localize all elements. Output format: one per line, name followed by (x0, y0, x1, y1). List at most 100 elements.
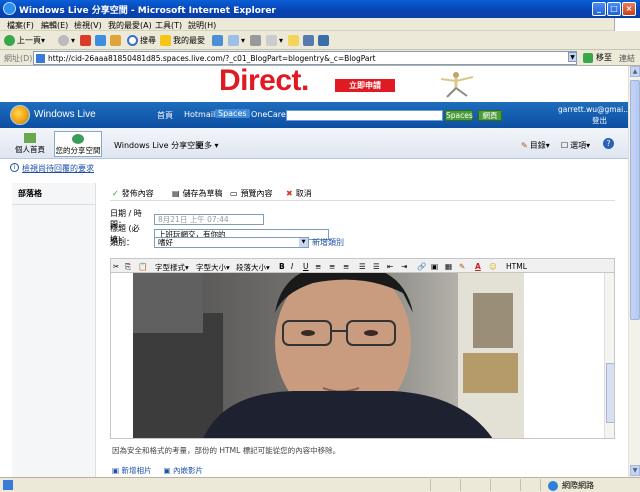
table-icon[interactable]: ▦ (445, 262, 452, 271)
scroll-up-button[interactable]: ▲ (630, 66, 640, 77)
embed-video-link[interactable]: ▣ 內嵌影片 (163, 465, 202, 476)
close-button[interactable]: × (622, 2, 636, 16)
align-center-icon[interactable]: ≡ (329, 262, 335, 271)
font-style-menu[interactable]: 字型樣式▾ (155, 262, 189, 273)
stop-button[interactable] (80, 34, 93, 47)
search-button[interactable]: 搜尋 (127, 34, 156, 47)
highlight-icon[interactable]: ✎ (459, 262, 465, 271)
links-button[interactable]: 連結 (619, 53, 635, 64)
link-icon[interactable]: 🔗 (417, 262, 426, 271)
wl-search-input[interactable] (286, 110, 443, 121)
menu-tools[interactable]: 工具(T) (155, 20, 182, 31)
menu-edit[interactable]: 編輯(E) (41, 20, 68, 31)
menu-favorites[interactable]: 我的最愛(A) (108, 20, 152, 31)
nav-onecare[interactable]: OneCare (251, 110, 286, 119)
align-right-icon[interactable]: ≡ (343, 262, 349, 271)
embed-video-label: 內嵌影片 (172, 466, 203, 475)
bold-button[interactable]: B (279, 262, 285, 271)
editor-actions: ✓ 發佈內容 ▤ 儲存為草稿 ▭ 預覽內容 ✖ 取消 (110, 183, 615, 201)
page-scrollbar[interactable]: ▲ ▼ (628, 66, 640, 477)
catalog-label: 目錄 (529, 141, 546, 150)
catalog-menu[interactable]: ✎ 目錄 ▾ (521, 140, 550, 151)
cut-icon[interactable]: ✂ (113, 262, 119, 271)
category-select[interactable]: 嗜好 ▼ (154, 237, 309, 248)
space-title[interactable]: Windows Live 分享空間 (114, 140, 203, 151)
logout-link[interactable]: 登出 (592, 115, 607, 126)
home-button[interactable] (110, 34, 123, 47)
your-space-button[interactable]: 您的分享空間 (54, 131, 102, 157)
post-form: 日期 / 時間： 8月21日 上午 07:44 標題 (必填)： 上班玩網交，有… (110, 205, 615, 255)
menu-help[interactable]: 說明(H) (188, 20, 216, 31)
user-email[interactable]: garrett.wu@gmai... (558, 105, 628, 114)
publish-button[interactable]: ✓ 發佈內容 (112, 188, 154, 199)
windows-live-logo-text[interactable]: Windows Live (34, 109, 96, 120)
home-page-button[interactable]: 個人首頁 (8, 131, 52, 157)
paragraph-size-menu[interactable]: 段落大小▾ (236, 262, 270, 273)
home-page-label: 個人首頁 (15, 145, 45, 154)
category-dropdown-icon: ▼ (299, 238, 308, 247)
outdent-icon[interactable]: ⇤ (387, 262, 393, 271)
copy-icon[interactable]: ⎘ (125, 262, 131, 272)
save-draft-button[interactable]: ▤ 儲存為草稿 (172, 188, 223, 199)
help-button[interactable]: ? (603, 138, 614, 149)
nav-spaces[interactable]: Spaces (215, 109, 250, 118)
address-input[interactable]: http://cid-26aaa81850481d85.spaces.live.… (33, 51, 577, 65)
ad-apply-button[interactable]: 立即申請 (335, 79, 395, 92)
editor-scroll-thumb[interactable] (606, 363, 614, 423)
nav-hotmail[interactable]: Hotmail (184, 110, 215, 119)
stop-icon (80, 35, 91, 46)
align-left-icon[interactable]: ≡ (315, 262, 321, 271)
post-editor[interactable] (110, 273, 615, 439)
refresh-button[interactable] (95, 34, 108, 47)
html-button[interactable]: HTML (506, 262, 527, 271)
emoticon-icon[interactable]: ☺ (489, 262, 497, 271)
indent-icon[interactable]: ⇥ (401, 262, 407, 271)
back-button[interactable]: 上一頁 ▾ (4, 34, 45, 47)
history-button[interactable] (212, 34, 225, 47)
back-arrow-icon (4, 35, 15, 46)
insert-image-icon[interactable]: ▣ (431, 262, 438, 271)
check-icon: ✓ (112, 189, 119, 198)
font-color-button[interactable]: A (475, 262, 481, 271)
mail-button[interactable]: ▾ (228, 34, 245, 47)
font-size-menu[interactable]: 字型大小▾ (196, 262, 230, 273)
cancel-button[interactable]: ✖ 取消 (286, 188, 312, 199)
spaces-search-button[interactable]: Spaces (445, 110, 473, 121)
windows-live-logo-icon[interactable] (10, 105, 30, 125)
research-button[interactable] (318, 34, 331, 47)
folder-button[interactable] (288, 34, 301, 47)
cancel-icon: ✖ (286, 189, 293, 198)
options-menu[interactable]: ☐ 選項 ▾ (561, 140, 590, 151)
bullet-list-icon[interactable]: ☰ (373, 262, 380, 271)
add-photo-link[interactable]: ▣ 新增相片 (112, 465, 151, 476)
web-search-button[interactable]: 網頁 (478, 110, 502, 121)
favorites-button[interactable]: 我的最愛 (160, 34, 205, 47)
scroll-down-button[interactable]: ▼ (630, 465, 640, 476)
italic-button[interactable]: I (291, 262, 293, 271)
page-scroll-thumb[interactable] (630, 80, 640, 320)
paste-icon[interactable]: 📋 (138, 262, 147, 271)
editor-scrollbar[interactable] (604, 273, 614, 438)
print-button[interactable] (250, 34, 263, 47)
menu-file[interactable]: 檔案(F) (7, 20, 34, 31)
security-zone-label: 網際網路 (562, 481, 594, 490)
ad-banner[interactable]: Direct. 立即申請 (93, 66, 523, 102)
go-button[interactable]: 移至 (583, 52, 612, 63)
menu-view[interactable]: 檢視(V) (74, 20, 102, 31)
address-dropdown-button[interactable]: ▼ (568, 52, 577, 62)
forward-button[interactable]: ▾ (58, 34, 75, 47)
security-zone: 網際網路 (548, 480, 594, 491)
messenger-button[interactable] (303, 34, 316, 47)
minimize-button[interactable]: _ (592, 2, 606, 16)
edit-button[interactable]: ▾ (266, 34, 283, 47)
underline-button[interactable]: U (303, 262, 309, 271)
preview-button[interactable]: ▭ 預覽內容 (230, 188, 273, 199)
new-category-link[interactable]: 新增類別 (312, 237, 344, 248)
maximize-button[interactable]: □ (607, 2, 621, 16)
more-menu[interactable]: 更多 ▾ (196, 140, 219, 151)
pending-requests-link[interactable]: 檢視尚待回覆的要求 (22, 163, 94, 174)
menu-bar: 檔案(F) 編輯(E) 檢視(V) 我的最愛(A) 工具(T) 說明(H) (0, 18, 640, 31)
numbered-list-icon[interactable]: ☰ (359, 262, 366, 271)
pending-requests-notice: i 檢視尚待回覆的要求 (0, 159, 628, 177)
nav-home[interactable]: 首頁 (157, 110, 173, 121)
